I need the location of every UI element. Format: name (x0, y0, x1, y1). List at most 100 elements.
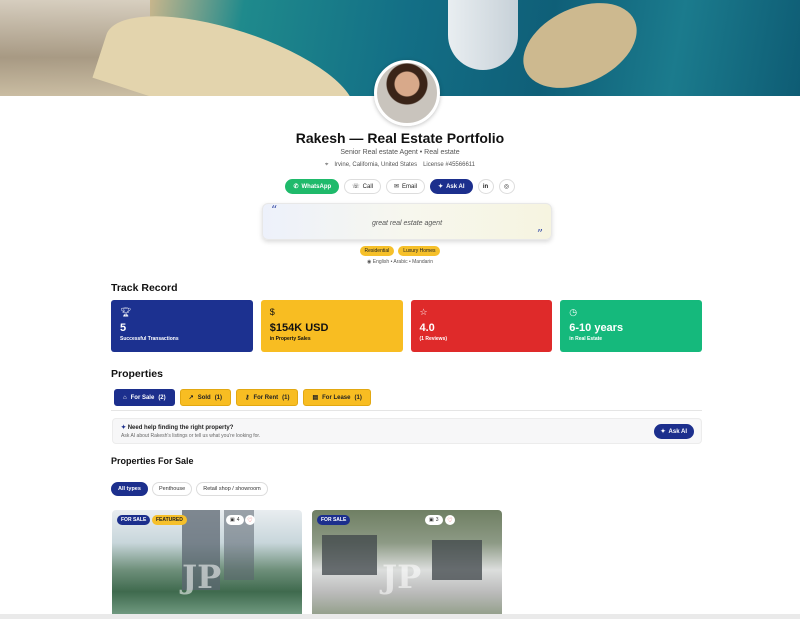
property-card[interactable]: JP FOR SALE FEATURED ▣ 4 ♡ (112, 510, 302, 619)
email-label: Email (402, 183, 418, 190)
linkedin-icon: in (482, 183, 489, 190)
languages: ◉ English • Arabic • Mandarin (0, 259, 800, 265)
tab-for-lease[interactable]: ▤ For Lease (1) (303, 389, 371, 406)
building-shape (322, 535, 377, 575)
instagram-button[interactable]: ◎ (498, 179, 515, 194)
tab-count: (2) (158, 394, 166, 401)
location-row: ⌖ Irvine, California, United States Licens… (0, 162, 800, 169)
help-ask-ai-button[interactable]: ✦ Ask AI (653, 424, 694, 439)
tab-label: For Sale (130, 394, 155, 401)
watermark-logo: JP (382, 558, 422, 596)
sparkle-icon: ✦ (660, 429, 666, 435)
for-sale-badge: FOR SALE (317, 515, 351, 525)
featured-badge: FEATURED (152, 515, 187, 525)
watermark-logo: JP (182, 558, 222, 596)
stat-label: in Real Estate (569, 336, 603, 342)
home-icon: ⌂ (123, 394, 127, 401)
tab-for-rent[interactable]: ⚷ For Rent (1) (236, 389, 299, 406)
camera-icon: ▣ (230, 517, 235, 523)
languages-text: English • Arabic • Mandarin (372, 259, 433, 265)
favorite-icon[interactable]: ♡ (245, 515, 255, 525)
help-title: ✦ Need help finding the right property? (121, 424, 233, 431)
photo-count: ▣ 4 (226, 515, 244, 525)
stat-value: 6-10 years (569, 322, 624, 334)
location-text: Irvine, California, United States (334, 162, 418, 168)
stat-label: Successful Transactions (120, 336, 179, 342)
call-label: Call (362, 183, 374, 190)
stat-experience: ◷ 6-10 years in Real Estate (560, 300, 702, 352)
track-record-heading: Track Record (111, 282, 178, 294)
photo-count: ▣ 3 (425, 515, 443, 525)
filter-retail-shop[interactable]: Retail shop / showroom (196, 482, 268, 496)
sparkle-icon: ✦ (121, 425, 128, 431)
stat-value: 5 (120, 322, 127, 334)
stat-value: $154K USD (269, 322, 329, 334)
trophy-icon: 🏆︎ (120, 307, 132, 317)
tab-sold[interactable]: ↗ Sold (1) (179, 389, 232, 406)
tag-residential: Residential (359, 246, 395, 256)
trend-icon: ↗ (188, 395, 194, 401)
for-sale-badge: FOR SALE (117, 515, 151, 525)
license-text: License #45566611 (423, 162, 476, 168)
photo-count-value: 4 (236, 517, 240, 523)
document-icon: ▤ (312, 395, 319, 401)
tab-label: Sold (197, 394, 211, 401)
specialty-tags: Residential Luxury Homes (0, 246, 800, 256)
cover-island (509, 0, 651, 96)
tab-label: For Lease (322, 394, 351, 401)
filter-penthouse[interactable]: Penthouse (151, 482, 193, 496)
property-tabs: ⌂ For Sale (2) ↗ Sold (1) ⚷ For Rent (1) ▤ For … (114, 389, 371, 406)
close-quote-icon: ” (536, 227, 543, 241)
location-pin-icon: ⌖ (324, 162, 329, 168)
phone-icon: ☏ (352, 184, 360, 190)
stats-row: 🏆︎ 5 Successful Transactions $ $154K USD… (111, 300, 702, 352)
stat-value: 4.0 (419, 322, 435, 334)
tab-count: (1) (282, 394, 290, 401)
contact-actions: ✆ WhatsApp ☏ Call ✉ Email ✦ Ask AI in ◎ (0, 179, 800, 194)
ask-ai-button[interactable]: ✦ Ask AI (430, 179, 473, 194)
cover-tower (448, 0, 518, 70)
stat-transactions: 🏆︎ 5 Successful Transactions (111, 300, 253, 352)
call-button[interactable]: ☏ Call (344, 179, 382, 194)
help-subtitle: Ask AI about Rakesh's listings or tell u… (121, 433, 261, 439)
clock-icon: ◷ (569, 307, 578, 317)
stat-label: (1 Reviews) (419, 336, 448, 342)
email-button[interactable]: ✉ Email (386, 179, 426, 194)
type-filters: All types Penthouse Retail shop / showro… (111, 482, 268, 496)
for-sale-heading: Properties For Sale (111, 456, 194, 466)
whatsapp-button[interactable]: ✆ WhatsApp (285, 179, 340, 194)
filter-all-types[interactable]: All types (111, 482, 148, 496)
tab-count: (1) (354, 394, 362, 401)
camera-icon: ▣ (429, 517, 434, 523)
tab-label: For Rent (253, 394, 279, 401)
favorite-icon[interactable]: ♡ (445, 515, 455, 525)
properties-heading: Properties (111, 368, 163, 380)
profile-subtitle: Senior Real estate Agent • Real estate (340, 149, 460, 156)
building-shape (432, 540, 482, 580)
whatsapp-label: WhatsApp (301, 183, 332, 190)
stat-label: in Property Sales (269, 336, 311, 342)
ask-ai-label: Ask AI (446, 183, 465, 190)
open-quote-icon: “ (271, 203, 278, 217)
whatsapp-icon: ✆ (293, 184, 299, 190)
key-icon: ⚷ (245, 395, 250, 401)
avatar (374, 60, 440, 126)
ai-help-banner: ✦ Need help finding the right property? … (112, 418, 702, 444)
testimonial-quote: “ great real estate agent ” (262, 203, 552, 241)
property-card[interactable]: JP FOR SALE ▣ 3 ♡ (312, 510, 502, 619)
divider (111, 410, 702, 411)
tab-count: (1) (214, 394, 223, 401)
help-title-text: Need help finding the right property? (127, 425, 234, 431)
page-title: Rakesh — Real Estate Portfolio (295, 130, 505, 146)
stat-sales: $ $154K USD in Property Sales (260, 300, 403, 352)
quote-text: great real estate agent (371, 220, 443, 227)
stat-reviews: ☆ 4.0 (1 Reviews) (410, 300, 553, 352)
photo-count-value: 3 (435, 517, 439, 523)
tab-for-sale[interactable]: ⌂ For Sale (2) (114, 389, 175, 406)
linkedin-button[interactable]: in (477, 179, 494, 194)
mail-icon: ✉ (394, 184, 400, 190)
dollar-icon: $ (269, 307, 275, 317)
horizontal-scrollbar[interactable] (0, 614, 800, 619)
instagram-icon: ◎ (503, 184, 510, 190)
tag-luxury-homes: Luxury Homes (398, 246, 441, 256)
